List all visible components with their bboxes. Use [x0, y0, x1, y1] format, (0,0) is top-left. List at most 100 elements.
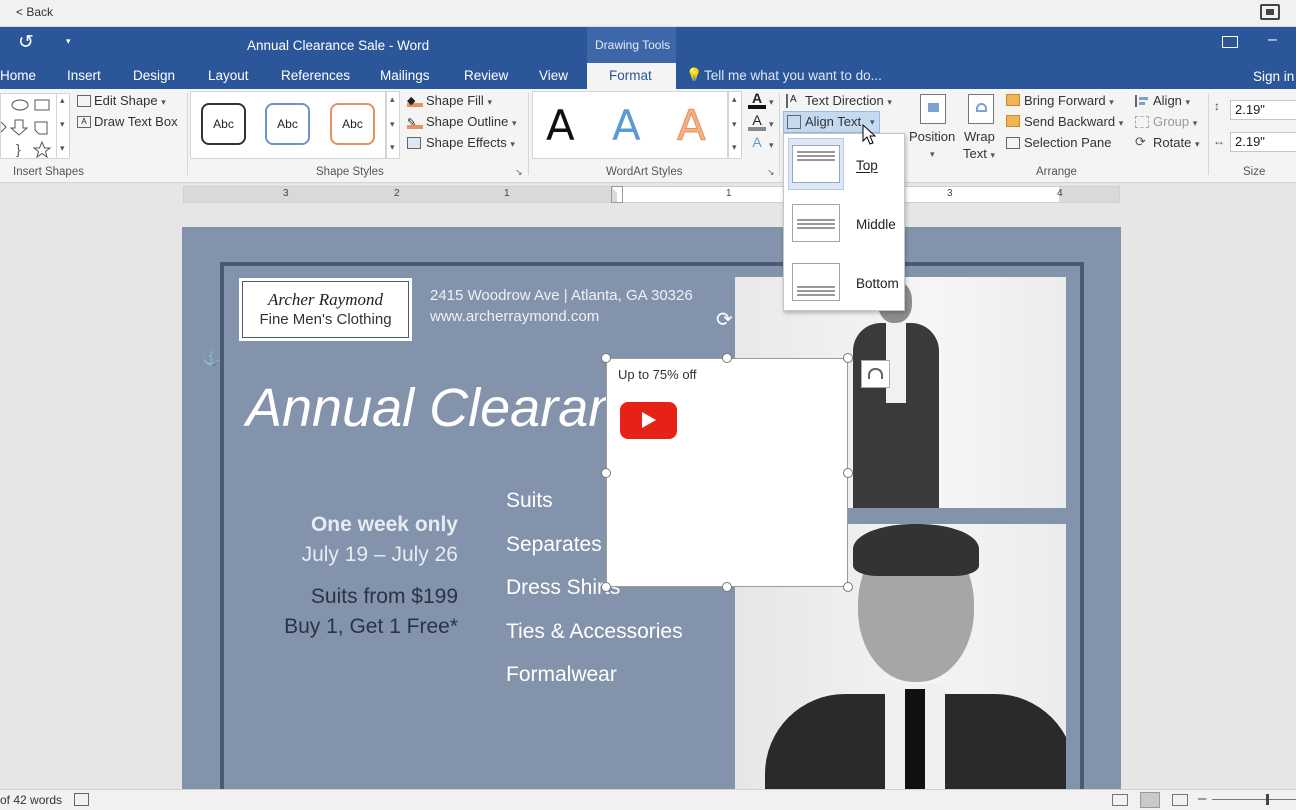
tab-references[interactable]: References [281, 63, 350, 89]
tab-design[interactable]: Design [133, 63, 175, 89]
shape-fill-button[interactable]: Shape Fill ▾ [426, 93, 492, 108]
text-direction-icon: A [786, 94, 801, 108]
shape-styles-launcher-icon[interactable]: ↘ [515, 167, 523, 178]
rotate-button[interactable]: Rotate ▾ [1153, 135, 1199, 150]
text-outline-icon[interactable]: A [748, 113, 766, 131]
shape-styles-scroll[interactable]: ▴ ▾ ▾ [386, 91, 400, 159]
tab-layout[interactable]: Layout [208, 63, 249, 89]
shape-outline-button[interactable]: Shape Outline ▾ [426, 114, 517, 129]
tab-view[interactable]: View [539, 63, 568, 89]
bring-forward-button[interactable]: Bring Forward ▾ [1024, 93, 1114, 108]
align-text-middle-option[interactable]: Middle [784, 193, 906, 252]
edit-shape-button[interactable]: Edit Shape ▾ [94, 93, 166, 108]
shape-height-input[interactable]: 2.19" [1230, 100, 1296, 120]
draw-text-box-button[interactable]: Draw Text Box [94, 114, 178, 129]
ruler-number: 4 [1057, 188, 1063, 199]
ruler-number: 1 [504, 188, 510, 199]
position-button[interactable]: Position [909, 129, 955, 144]
wrap-text-button[interactable]: Wrap [964, 129, 995, 144]
sign-in-link[interactable]: Sign in [1253, 69, 1294, 84]
word-count[interactable]: of 42 words [0, 793, 62, 807]
tab-format[interactable]: Format [587, 63, 676, 90]
shape-style-preset-1[interactable]: Abc [201, 103, 246, 145]
fullscreen-icon[interactable] [1260, 4, 1280, 20]
selection-pane-button[interactable]: Selection Pane [1024, 135, 1111, 150]
ribbon-tabs: Home Insert Design Layout References Mai… [0, 63, 1296, 90]
text-effects-icon[interactable]: A [748, 135, 766, 152]
proofing-icon[interactable] [74, 793, 89, 806]
wordart-style-black[interactable]: A [546, 101, 575, 150]
ribbon-display-options-icon[interactable] [1222, 36, 1238, 48]
shapes-gallery-scroll[interactable]: ▴ ▾ ▾ [56, 93, 70, 159]
wordart-style-blue[interactable]: A [612, 101, 641, 150]
resize-handle-right[interactable] [843, 468, 853, 478]
resize-handle-top-right[interactable] [843, 353, 853, 363]
selection-pane-icon [1006, 137, 1020, 149]
shape-effects-button[interactable]: Shape Effects ▾ [426, 135, 515, 150]
logo-name: Archer Raymond [267, 290, 384, 309]
position-icon [920, 94, 946, 124]
resize-handle-bottom[interactable] [722, 582, 732, 592]
wordart-launcher-icon[interactable]: ↘ [767, 167, 775, 178]
align-button[interactable]: Align ▾ [1153, 93, 1190, 108]
tab-review[interactable]: Review [464, 63, 508, 89]
web-layout-icon[interactable] [1172, 794, 1188, 806]
shape-style-preset-3[interactable]: Abc [330, 103, 375, 145]
ribbon: } ▴ ▾ ▾ Edit Shape ▾ A Draw Text Box Ins… [0, 89, 1296, 183]
layout-options-icon[interactable] [861, 360, 890, 388]
align-text-top-option[interactable]: Top [784, 134, 906, 193]
resize-handle-left[interactable] [601, 468, 611, 478]
quick-access-dropdown-icon[interactable]: ▾ [66, 36, 71, 47]
ruler-number: 3 [283, 188, 289, 199]
textbox-text[interactable]: Up to 75% off [618, 367, 697, 382]
back-button[interactable]: < Back [16, 5, 53, 19]
logo-box[interactable]: Archer Raymond Fine Men's Clothing [239, 278, 412, 341]
read-mode-icon[interactable] [1112, 794, 1128, 806]
status-bar: of 42 words – [0, 789, 1296, 810]
shape-effects-icon [407, 137, 421, 149]
shape-outline-icon: ✎ [407, 116, 423, 129]
text-direction-button[interactable]: Text Direction ▾ [805, 93, 892, 108]
category-separates: Separates [506, 533, 602, 556]
resize-handle-top[interactable] [722, 353, 732, 363]
text-box-icon: A [77, 116, 91, 128]
logo-tagline: Fine Men's Clothing [259, 311, 392, 328]
document-page: ⚓ Archer Raymond Fine Men's Clothing 241… [182, 227, 1121, 802]
zoom-slider-thumb[interactable] [1266, 794, 1269, 805]
wrap-text-label: Text ▾ [963, 146, 995, 161]
rotate-handle-icon[interactable]: ⟳ [716, 307, 733, 332]
resize-handle-bottom-right[interactable] [843, 582, 853, 592]
mouse-cursor-icon [862, 124, 876, 145]
resize-handle-bottom-left[interactable] [601, 582, 611, 592]
minimize-button[interactable]: – [1268, 31, 1277, 49]
shape-fill-icon: ◆ [407, 94, 423, 107]
indent-marker[interactable] [611, 186, 623, 203]
redo-icon[interactable]: ↺ [18, 31, 34, 54]
group-button[interactable]: Group ▾ [1153, 114, 1197, 129]
youtube-icon[interactable] [620, 402, 677, 439]
wrap-text-icon [968, 94, 994, 124]
title-bar: ↺ ▾ Annual Clearance Sale - Word Drawing… [0, 27, 1296, 63]
shape-style-preset-2[interactable]: Abc [265, 103, 310, 145]
tell-me-search[interactable]: Tell me what you want to do... [704, 68, 882, 83]
ruler-number: 3 [947, 188, 953, 199]
horizontal-ruler[interactable]: 3 2 1 1 2 3 4 [183, 186, 1120, 203]
wordart-style-orange[interactable]: A [677, 101, 707, 151]
tab-insert[interactable]: Insert [67, 63, 101, 89]
shape-width-input[interactable]: 2.19" [1230, 132, 1296, 152]
tab-home[interactable]: Home [0, 63, 36, 89]
wordart-scroll[interactable]: ▴ ▾ ▾ [728, 91, 742, 159]
anchor-icon: ⚓ [202, 350, 221, 367]
resize-handle-top-left[interactable] [601, 353, 611, 363]
text-fill-icon[interactable]: A [748, 91, 766, 109]
store-address: 2415 Woodrow Ave | Atlanta, GA 30326 [430, 287, 693, 304]
print-layout-icon[interactable] [1140, 792, 1160, 808]
send-backward-button[interactable]: Send Backward ▾ [1024, 114, 1123, 129]
align-text-bottom-option[interactable]: Bottom [784, 252, 906, 311]
zoom-out-button[interactable]: – [1198, 790, 1206, 807]
align-text-middle-label: Middle [856, 217, 896, 232]
selected-text-box[interactable]: Up to 75% off [606, 358, 848, 587]
zoom-slider[interactable] [1212, 799, 1296, 800]
shape-height-icon: ↕ [1214, 99, 1220, 113]
tab-mailings[interactable]: Mailings [380, 63, 430, 89]
